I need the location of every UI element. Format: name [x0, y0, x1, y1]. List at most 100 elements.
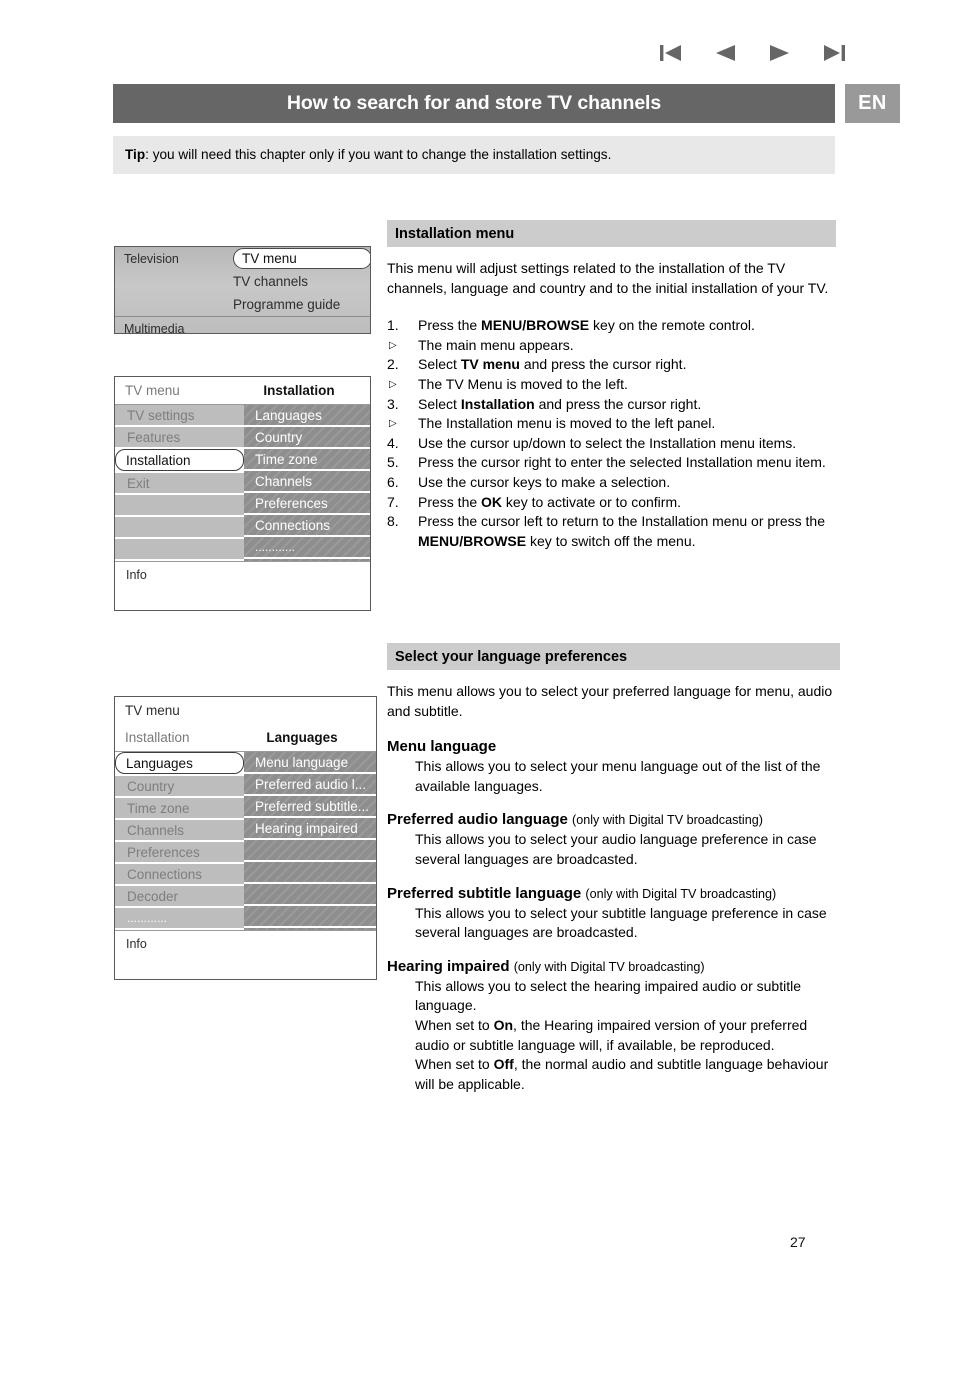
definition-note: (only with Digital TV broadcasting)	[585, 886, 777, 901]
osd-languages-menu: TV menu Installation Languages Languages…	[114, 696, 377, 980]
osd-subitem-blank	[244, 840, 376, 862]
osd-item-languages[interactable]: Languages	[115, 752, 244, 774]
osd-subitem-preferred-audio-language[interactable]: Preferred audio l...	[244, 774, 376, 796]
osd-row: TV channels	[115, 270, 370, 293]
osd-item-programme-guide[interactable]: Programme guide	[223, 293, 370, 316]
osd-subitem-channels[interactable]: Channels	[244, 471, 370, 493]
osd-right-column: Languages Country Time zone Channels Pre…	[244, 405, 370, 561]
tip-callout: Tip: you will need this chapter only if …	[113, 136, 835, 174]
triangle-bullet-icon: ▷	[389, 378, 397, 390]
step-number: 8.	[387, 513, 399, 530]
osd-item-blank	[115, 539, 244, 561]
osd-item-tv-channels[interactable]: TV channels	[223, 270, 370, 293]
osd-installation-menu: TV menu Installation TV settings Feature…	[114, 376, 371, 611]
installation-step-result: ▷ The Installation menu is moved to the l…	[387, 414, 836, 434]
installation-step-result: ▷ The main menu appears.	[387, 336, 836, 356]
osd-subitem-preferred-subtitle-language[interactable]: Preferred subtitle...	[244, 796, 376, 818]
osd-item-blank	[115, 517, 244, 539]
step-number: 4.	[387, 434, 399, 451]
page-navigation-bar	[655, 38, 850, 68]
skip-forward-icon[interactable]	[816, 40, 850, 66]
osd-subitem-menu-language[interactable]: Menu language	[244, 752, 376, 774]
chapter-header-bar: How to search for and store TV channels	[113, 84, 835, 123]
tip-text: Tip: you will need this chapter only if …	[113, 147, 611, 163]
osd-item-preferences[interactable]: Preferences	[115, 842, 244, 864]
definition-body: This allows you to select your menu lang…	[415, 758, 821, 794]
language-badge: EN	[845, 84, 900, 123]
installation-step: 7. Press the OK key to activate or to con…	[387, 493, 836, 513]
osd-item-features[interactable]: Features	[115, 427, 244, 449]
osd-right-cell: TV menu	[223, 247, 370, 270]
step-number: 3.	[387, 395, 399, 412]
osd-body: Languages Country Time zone Channels Pre…	[115, 752, 376, 930]
osd-left-cell-empty	[115, 293, 223, 316]
osd-current-menu-title: Languages	[266, 730, 338, 745]
section-heading-installation: Installation menu	[387, 220, 836, 247]
osd-item-time-zone[interactable]: Time zone	[115, 798, 244, 820]
osd-subitem-country[interactable]: Country	[244, 427, 370, 449]
osd-subitem-hearing-impaired[interactable]: Hearing impaired	[244, 818, 376, 840]
tip-body: you will need this chapter only if you w…	[152, 146, 612, 162]
osd-title-row-top: TV menu	[115, 697, 376, 724]
osd-body: TV settings Features Installation Exit L…	[115, 405, 370, 561]
osd-item-tv-menu[interactable]: TV menu	[233, 248, 370, 269]
osd-row: Television TV menu	[115, 247, 370, 270]
osd-current-menu-title: Installation	[263, 383, 335, 398]
osd-group-label-multimedia[interactable]: Multimedia	[115, 317, 223, 334]
previous-icon[interactable]	[709, 40, 743, 66]
installation-step: 6. Use the cursor keys to make a selectio…	[387, 473, 836, 493]
tip-label: Tip	[125, 146, 146, 162]
osd-subitem-blank	[244, 884, 376, 906]
osd-subitem-more[interactable]: ............	[244, 537, 370, 559]
installation-step: 1. Press the MENU/BROWSE key on the remot…	[387, 316, 836, 336]
installation-step: 3. Select Installation and press the curs…	[387, 395, 836, 415]
osd-left-cell-empty	[115, 270, 223, 293]
triangle-bullet-icon: ▷	[389, 418, 397, 430]
osd-television-menu: Television TV menu TV channels Programme…	[114, 246, 371, 334]
osd-item-connections[interactable]: Connections	[115, 864, 244, 886]
osd-subitem-time-zone[interactable]: Time zone	[244, 449, 370, 471]
osd-subitem-preferences[interactable]: Preferences	[244, 493, 370, 515]
osd-row: Multimedia	[115, 317, 370, 334]
osd-left-column: Languages Country Time zone Channels Pre…	[115, 752, 244, 930]
osd-right-cell	[223, 317, 370, 333]
osd-item-tv-settings[interactable]: TV settings	[115, 405, 244, 427]
definition-term: Menu language	[387, 738, 497, 756]
definition-note: (only with Digital TV broadcasting)	[513, 959, 705, 974]
skip-back-icon[interactable]	[655, 40, 689, 66]
osd-info-bar: Info	[115, 561, 370, 610]
osd-breadcrumb-parent: Installation	[125, 730, 190, 745]
step-number: 5.	[387, 454, 399, 471]
osd-group-label-television: Television	[124, 251, 179, 266]
osd-subitem-languages[interactable]: Languages	[244, 405, 370, 427]
definition-term: Hearing impaired (only with Digital TV b…	[387, 957, 705, 975]
definition-term: Preferred subtitle language (only with D…	[387, 884, 777, 902]
osd-item-blank	[115, 495, 244, 517]
definition-body: This allows you to select your subtitle …	[415, 904, 827, 941]
installation-step: 4. Use the cursor up/down to select the I…	[387, 434, 836, 454]
definition-body: This allows you to select the hearing im…	[415, 977, 829, 1092]
osd-item-more[interactable]: ............	[115, 908, 244, 930]
osd-breadcrumb-root: TV menu	[125, 703, 180, 718]
language-preferences-section: Select your language preferences This me…	[387, 643, 840, 1108]
definition-note: (only with Digital TV broadcasting)	[572, 813, 763, 828]
section-heading-language: Select your language preferences	[387, 643, 840, 670]
definition-body: This allows you to select your audio lan…	[415, 831, 817, 867]
next-icon[interactable]	[762, 40, 796, 66]
osd-right-column: Menu language Preferred audio l... Prefe…	[244, 752, 376, 930]
osd-item-channels[interactable]: Channels	[115, 820, 244, 842]
installation-steps-list: 1. Press the MENU/BROWSE key on the remot…	[387, 316, 836, 551]
osd-item-exit[interactable]: Exit	[115, 473, 244, 495]
step-number: 1.	[387, 317, 399, 334]
page-title: How to search for and store TV channels	[286, 92, 662, 114]
osd-item-installation[interactable]: Installation	[115, 449, 244, 471]
osd-item-country[interactable]: Country	[115, 776, 244, 798]
language-intro-paragraph: This menu allows you to select your pref…	[387, 683, 833, 719]
osd-row: Programme guide	[115, 293, 370, 316]
osd-item-decoder[interactable]: Decoder	[115, 886, 244, 908]
osd-left-column: TV settings Features Installation Exit	[115, 405, 244, 561]
installation-menu-section: Installation menu This menu will adjust …	[387, 220, 836, 551]
installation-step: 2. Select TV menu and press the cursor ri…	[387, 355, 836, 375]
installation-step-result: ▷ The TV Menu is moved to the left.	[387, 375, 836, 395]
osd-subitem-connections[interactable]: Connections	[244, 515, 370, 537]
